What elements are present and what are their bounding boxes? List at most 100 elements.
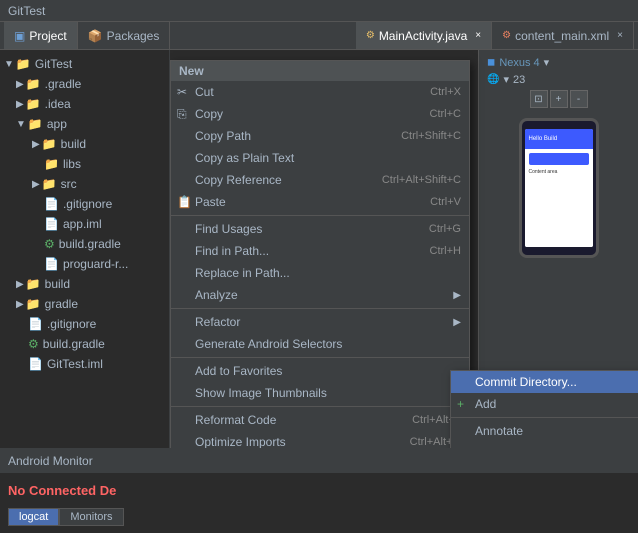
menu-item-find-path-shortcut: Ctrl+H xyxy=(430,245,461,257)
menu-item-cut-label: Cut xyxy=(195,85,214,99)
menu-item-paste[interactable]: 📋 Paste Ctrl+V xyxy=(171,191,469,213)
cut-icon: ✂ xyxy=(177,85,187,99)
tree-root[interactable]: ▼ 📁 GitTest xyxy=(0,54,169,74)
monitors-tab-label: Monitors xyxy=(70,511,112,523)
analyze-arrow-icon: ▶ xyxy=(453,290,461,301)
monitor-title: Android Monitor xyxy=(8,454,93,468)
menu-item-copy-path[interactable]: Copy Path Ctrl+Shift+C xyxy=(171,125,469,147)
tree-item-proguard[interactable]: 📄 proguard-r... xyxy=(0,254,169,274)
tree-item-gitignore2-label: .gitignore xyxy=(47,317,96,331)
menu-item-reformat[interactable]: Reformat Code Ctrl+Alt+L xyxy=(171,409,469,431)
menu-item-cut[interactable]: ✂ Cut Ctrl+X xyxy=(171,81,469,103)
menu-item-add-favorites[interactable]: Add to Favorites xyxy=(171,360,469,382)
menu-item-copy-path-shortcut: Ctrl+Shift+C xyxy=(401,130,461,142)
menu-item-gen-android-label: Generate Android Selectors xyxy=(195,337,342,351)
tree-item-build2-label: build xyxy=(45,277,70,291)
tree-item-gradle2[interactable]: ▶ 📁 gradle xyxy=(0,294,169,314)
tree-item-gitignore2[interactable]: 📄 .gitignore xyxy=(0,314,169,334)
zoom-fit-btn[interactable]: ⊡ xyxy=(530,90,548,108)
menu-item-refactor[interactable]: Refactor ▶ xyxy=(171,311,469,333)
screen-header: Hello Build xyxy=(525,129,593,149)
tree-item-appiml[interactable]: 📄 app.iml xyxy=(0,214,169,234)
no-device-text: No Connected De xyxy=(8,477,630,504)
title-text: GitTest xyxy=(8,4,45,18)
add-icon: + xyxy=(457,397,464,411)
tree-root-label: GitTest xyxy=(35,57,72,71)
tab-project[interactable]: ▣ Project xyxy=(4,22,78,49)
tab-packages[interactable]: 📦 Packages xyxy=(78,22,171,49)
tree-item-buildgradle2-label: build.gradle xyxy=(43,337,105,351)
tab-main-activity[interactable]: ⚙ MainActivity.java × xyxy=(356,22,492,49)
tree-item-idea-label: .idea xyxy=(45,97,71,111)
menu-item-find-usages-shortcut: Ctrl+G xyxy=(429,223,461,235)
tree-item-gitestiml[interactable]: 📄 GitTest.iml xyxy=(0,354,169,374)
tree-item-gradle-label: .gradle xyxy=(45,77,82,91)
tree-item-src[interactable]: ▶ 📁 src xyxy=(0,174,169,194)
tree-item-gitignore1[interactable]: 📄 .gitignore xyxy=(0,194,169,214)
menu-item-copy[interactable]: ⎘ Copy Ctrl+C xyxy=(171,103,469,125)
menu-item-show-image[interactable]: Show Image Thumbnails xyxy=(171,382,469,404)
refactor-arrow-icon: ▶ xyxy=(453,317,461,328)
menu-item-optimize-label: Optimize Imports xyxy=(195,435,286,448)
monitor-tab-monitors[interactable]: Monitors xyxy=(59,508,123,526)
menu-item-copy-shortcut: Ctrl+C xyxy=(430,108,461,120)
device-panel: ◼ Nexus 4 ▾ 🌐 ▾ 23 ⊡ + - Hello Build xyxy=(478,50,638,370)
menu-item-add[interactable]: + Add xyxy=(451,393,638,415)
tree-item-build2[interactable]: ▶ 📁 build xyxy=(0,274,169,294)
menu-item-show-image-label: Show Image Thumbnails xyxy=(195,386,327,400)
menu-item-replace-path[interactable]: Replace in Path... xyxy=(171,262,469,284)
packages-icon: 📦 xyxy=(88,29,103,43)
tree-item-gitestiml-label: GitTest.iml xyxy=(47,357,103,371)
menu-item-commit-dir[interactable]: Commit Directory... xyxy=(451,371,638,393)
menu-item-find-usages[interactable]: Find Usages Ctrl+G xyxy=(171,218,469,240)
tree-item-libs[interactable]: 📁 libs xyxy=(0,154,169,174)
close-content-main-icon[interactable]: × xyxy=(617,30,623,41)
menu-item-find-path[interactable]: Find in Path... Ctrl+H xyxy=(171,240,469,262)
monitor-tab-logcat[interactable]: logcat xyxy=(8,508,59,526)
content-right: rize tic ◼ Nexus 4 ▾ 🌐 ▾ 23 ⊡ + - xyxy=(170,50,638,448)
project-icon: ▣ xyxy=(14,29,25,43)
menu-item-copy-ref[interactable]: Copy Reference Ctrl+Alt+Shift+C xyxy=(171,169,469,191)
device-screen: Hello Build Content area xyxy=(525,129,593,247)
menu-item-gen-android[interactable]: Generate Android Selectors xyxy=(171,333,469,355)
menu-item-copy-plain-label: Copy as Plain Text xyxy=(195,151,294,165)
screen-content: Content area xyxy=(525,149,593,247)
separator-4 xyxy=(171,406,469,407)
tree-item-gradle[interactable]: ▶ 📁 .gradle xyxy=(0,74,169,94)
tab-project-label: Project xyxy=(29,29,66,43)
copy-icon: ⎘ xyxy=(177,107,187,122)
tree-item-appiml-label: app.iml xyxy=(63,217,102,231)
tree-item-libs-label: libs xyxy=(63,157,81,171)
menu-item-copy-ref-shortcut: Ctrl+Alt+Shift+C xyxy=(382,174,461,186)
menu-item-paste-shortcut: Ctrl+V xyxy=(430,196,461,208)
tree-item-idea[interactable]: ▶ 📁 .idea xyxy=(0,94,169,114)
tree-item-src-label: src xyxy=(61,177,77,191)
device-toolbar: ◼ Nexus 4 ▾ xyxy=(483,54,634,71)
menu-item-annotate[interactable]: Annotate xyxy=(451,420,638,442)
git-separator-1 xyxy=(451,417,638,418)
menu-item-copy-plain[interactable]: Copy as Plain Text xyxy=(171,147,469,169)
context-menu-git: Commit Directory... + Add Annotate Show … xyxy=(450,370,638,448)
tree-item-buildgradle2[interactable]: ⚙ build.gradle xyxy=(0,334,169,354)
project-tree: ▼ 📁 GitTest ▶ 📁 .gradle ▶ 📁 .idea ▼ 📁 ap… xyxy=(0,50,170,448)
tree-item-app-label: app xyxy=(47,117,67,131)
zoom-in-btn[interactable]: + xyxy=(550,90,568,108)
menu-item-show-current[interactable]: Show Current Revision xyxy=(451,442,638,448)
tool-buttons: ⊡ + - xyxy=(526,88,592,110)
tab-content-main[interactable]: ⚙ content_main.xml × xyxy=(492,22,634,49)
tree-item-build[interactable]: ▶ 📁 build xyxy=(0,134,169,154)
menu-item-cut-shortcut: Ctrl+X xyxy=(430,86,461,98)
menu-item-copy-path-label: Copy Path xyxy=(195,129,251,143)
tree-item-app[interactable]: ▼ 📁 app xyxy=(0,114,169,134)
tab-content-main-label: content_main.xml xyxy=(515,29,609,43)
separator-1 xyxy=(171,215,469,216)
close-main-activity-icon[interactable]: × xyxy=(475,30,481,41)
tree-item-buildgradle1[interactable]: ⚙ build.gradle xyxy=(0,234,169,254)
menu-item-optimize[interactable]: Optimize Imports Ctrl+Alt+O xyxy=(171,431,469,448)
menu-item-analyze[interactable]: Analyze ▶ xyxy=(171,284,469,306)
menu-item-copy-label: Copy xyxy=(195,107,223,121)
monitor-content: No Connected De logcat Monitors xyxy=(0,473,638,530)
menu-section-new: New xyxy=(171,61,469,81)
zoom-out-btn[interactable]: - xyxy=(570,90,588,108)
menu-item-copy-ref-label: Copy Reference xyxy=(195,173,282,187)
